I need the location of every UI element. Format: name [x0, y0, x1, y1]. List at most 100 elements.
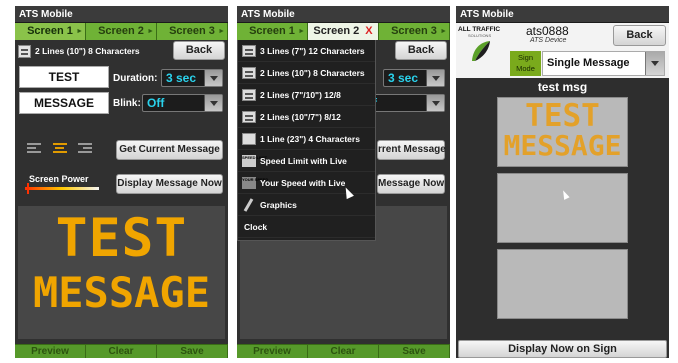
- clear-button[interactable]: Clear: [86, 345, 157, 358]
- menu-item-2-lines-10-7[interactable]: 2 Lines (10"/7") 8/12: [238, 106, 375, 128]
- close-icon[interactable]: X: [365, 25, 372, 37]
- pencil-icon: [242, 197, 256, 212]
- led-preview-panel: TEST MESSAGE: [18, 206, 225, 339]
- menu-item-clock[interactable]: Clock: [238, 216, 375, 238]
- tab-arrow-icon: ►: [440, 28, 447, 35]
- line-mode-icon[interactable]: [18, 45, 31, 58]
- tab-label: Screen 3: [391, 25, 437, 37]
- line-mode-menu: 3 Lines (7") 12 Characters 2 Lines (10")…: [237, 40, 376, 241]
- menu-item-3-lines[interactable]: 3 Lines (7") 12 Characters: [238, 40, 375, 62]
- back-button[interactable]: Back: [395, 41, 447, 60]
- mouse-cursor-icon: [560, 189, 570, 200]
- preview-button[interactable]: Preview: [237, 345, 308, 358]
- menu-item-1-line[interactable]: 1 Line (23") 4 Characters: [238, 128, 375, 150]
- align-left-icon[interactable]: [27, 143, 44, 154]
- message-name: test msg: [537, 80, 588, 94]
- screen-power-slider[interactable]: [25, 187, 99, 190]
- message-line1-input[interactable]: TEST: [19, 66, 109, 88]
- sign-line1: TEST: [525, 98, 600, 134]
- menu-item-label: 2 Lines (10"/7") 8/12: [260, 111, 341, 122]
- tab-arrow-icon: ►: [76, 28, 83, 35]
- message-line2-input[interactable]: MESSAGE: [19, 92, 109, 114]
- chevron-down-icon: [426, 95, 444, 111]
- menu-item-label: Your Speed with Live: [260, 177, 346, 188]
- back-button[interactable]: Back: [613, 25, 666, 46]
- get-current-message-button[interactable]: rrent Message: [377, 140, 446, 160]
- message-type-select[interactable]: Single Message: [542, 51, 665, 76]
- lines-icon: [242, 44, 256, 57]
- tab-screen-3[interactable]: Screen 3 ►: [379, 23, 450, 40]
- chevron-down-icon: [426, 70, 444, 86]
- preview-line1: TEST: [55, 208, 188, 269]
- chevron-down-icon: [204, 70, 222, 86]
- menu-item-label: Graphics: [260, 199, 297, 210]
- phone-screen-2: ATS Mobile Screen 1 ► Screen 2X Screen 3 ►…: [237, 6, 450, 358]
- tab-screen-3[interactable]: Screen 3 ►: [157, 23, 228, 40]
- duration-value: 3 sec: [388, 71, 419, 85]
- menu-item-label: Clock: [244, 221, 268, 232]
- align-center-icon[interactable]: [53, 143, 70, 154]
- sign-panel-3[interactable]: [497, 249, 628, 319]
- menu-item-2-lines-10[interactable]: 2 Lines (10") 8 Characters: [238, 62, 375, 84]
- single-line-icon: [242, 132, 256, 145]
- tab-bar: Screen 1 ► Screen 2 ► Screen 3 ►: [15, 23, 228, 40]
- align-right-icon[interactable]: [78, 143, 95, 154]
- menu-item-label: 2 Lines (10") 8 Characters: [260, 67, 365, 78]
- tab-label: Screen 1: [27, 25, 73, 37]
- lines-icon: [242, 110, 256, 123]
- duration-value: 3 sec: [166, 71, 197, 85]
- sign-panel-2[interactable]: [497, 173, 628, 243]
- chevron-down-icon: [204, 95, 222, 111]
- duration-select[interactable]: 3 sec: [383, 69, 445, 87]
- company-logo-subtext: SOLUTIONS: [468, 33, 492, 38]
- menu-item-graphics[interactable]: Graphics: [238, 194, 375, 216]
- lines-icon: [242, 88, 256, 101]
- lines-icon: [242, 66, 256, 79]
- blink-select[interactable]: Off: [142, 94, 223, 112]
- tab-arrow-icon: ►: [218, 28, 225, 35]
- message-type-value: Single Message: [547, 57, 630, 69]
- device-name: ats0888: [526, 24, 569, 38]
- save-button[interactable]: Save: [379, 345, 450, 358]
- sign-panel-1[interactable]: TEST MESSAGE: [497, 97, 628, 167]
- back-button[interactable]: Back: [173, 41, 225, 60]
- menu-item-label: 2 Lines (7"/10") 12/8: [260, 89, 341, 100]
- clear-button[interactable]: Clear: [308, 345, 379, 358]
- bottom-toolbar: Preview Clear Save: [237, 344, 450, 358]
- tab-arrow-icon: ►: [298, 28, 305, 35]
- menu-item-speed-limit[interactable]: SPEED LIMIT Speed Limit with Live: [238, 150, 375, 172]
- blink-value: Off: [147, 96, 165, 110]
- company-logo-text: ALL TRAFFIC: [458, 26, 501, 33]
- preview-button[interactable]: Preview: [15, 345, 86, 358]
- slider-handle[interactable]: [27, 183, 29, 194]
- tab-label: Screen 3: [169, 25, 215, 37]
- tab-screen-1[interactable]: Screen 1 ►: [237, 23, 308, 40]
- company-logo-icon: [472, 41, 490, 61]
- tab-screen-2[interactable]: Screen 2 X: [308, 23, 379, 40]
- caret-glyph: [651, 61, 659, 66]
- menu-item-label: 1 Line (23") 4 Characters: [260, 133, 360, 144]
- duration-label: Duration:: [113, 73, 158, 84]
- app-title: ATS Mobile: [15, 6, 228, 23]
- display-message-now-button[interactable]: Message Now: [377, 174, 445, 194]
- screen-power-label: Screen Power: [29, 174, 89, 184]
- menu-item-your-speed[interactable]: YOUR SPEED Your Speed with Live: [238, 172, 375, 194]
- get-current-message-button[interactable]: Get Current Message: [116, 140, 223, 160]
- phone-screen-3: ATS Mobile ALL TRAFFIC SOLUTIONS ats0888…: [456, 6, 669, 358]
- speed-limit-icon: SPEED LIMIT: [242, 154, 267, 167]
- tab-screen-2[interactable]: Screen 2 ►: [86, 23, 157, 40]
- app-title: ATS Mobile: [237, 6, 450, 23]
- tab-screen-1[interactable]: Screen 1 ►: [15, 23, 86, 40]
- display-message-now-button[interactable]: Display Message Now: [116, 174, 223, 194]
- your-speed-icon: YOUR SPEED: [242, 176, 268, 189]
- duration-select[interactable]: 3 sec: [161, 69, 223, 87]
- display-now-on-sign-button[interactable]: Display Now on Sign: [458, 340, 667, 358]
- blink-select[interactable]: ff: [364, 94, 445, 112]
- save-button[interactable]: Save: [157, 345, 228, 358]
- menu-item-2-lines-7-10[interactable]: 2 Lines (7"/10") 12/8: [238, 84, 375, 106]
- menu-item-label: Speed Limit with Live: [260, 155, 347, 166]
- tab-label: Screen 2: [98, 25, 144, 37]
- line-mode-selector[interactable]: 2 Lines (10") 8 Characters: [35, 46, 140, 56]
- phone-screen-1: ATS Mobile Screen 1 ► Screen 2 ► Screen 3 ►…: [15, 6, 228, 358]
- device-type: ATS Device: [530, 37, 567, 44]
